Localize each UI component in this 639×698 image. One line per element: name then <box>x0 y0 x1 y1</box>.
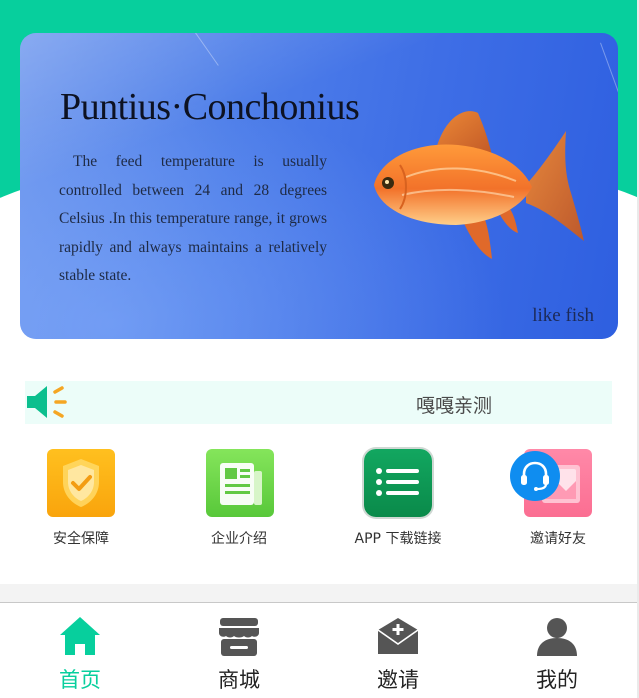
list-icon <box>364 449 432 517</box>
store-icon <box>219 618 259 656</box>
menu-item-security[interactable]: 安全保障 <box>21 449 141 549</box>
tab-label: 商城 <box>218 668 260 692</box>
speaker-icon <box>27 386 67 418</box>
tab-store[interactable]: 商城 <box>179 608 299 696</box>
notice-bar[interactable]: 嘎嘎亲测 <box>25 381 612 424</box>
banner-description: The feed temperature is usually controll… <box>59 153 327 285</box>
goldfish-image <box>374 111 584 259</box>
tabbar-border <box>0 602 639 603</box>
shield-check-icon <box>47 449 115 517</box>
tab-home[interactable]: 首页 <box>20 608 140 696</box>
menu-label: 企业介绍 <box>211 531 267 547</box>
app-screen: Puntius·Conchonius The feed temperature … <box>0 0 639 698</box>
section-divider <box>0 584 639 602</box>
tab-invite[interactable]: 邀请 <box>338 608 458 696</box>
notice-text: 嘎嘎亲测 <box>416 395 493 417</box>
tab-label: 邀请 <box>377 668 419 692</box>
menu-label: 安全保障 <box>53 531 109 547</box>
hero-banner[interactable]: Puntius·Conchonius The feed temperature … <box>20 33 618 339</box>
menu-item-company[interactable]: 企业介绍 <box>179 449 299 549</box>
menu-label: APP 下载链接 <box>354 531 442 547</box>
menu-label: 邀请好友 <box>530 531 586 547</box>
invite-mail-icon <box>377 618 419 654</box>
tab-mine[interactable]: 我的 <box>497 608 617 696</box>
banner-title: Puntius·Conchonius <box>60 86 360 128</box>
headset-icon <box>521 461 549 491</box>
banner-tag: like fish <box>532 305 594 326</box>
customer-service-button[interactable] <box>510 451 560 501</box>
tab-label: 首页 <box>59 668 101 692</box>
user-icon <box>537 618 577 656</box>
home-icon <box>60 617 100 655</box>
tab-label: 我的 <box>536 668 578 692</box>
menu-item-app-download[interactable]: APP 下载链接 <box>338 449 458 549</box>
newspaper-icon <box>206 449 274 517</box>
